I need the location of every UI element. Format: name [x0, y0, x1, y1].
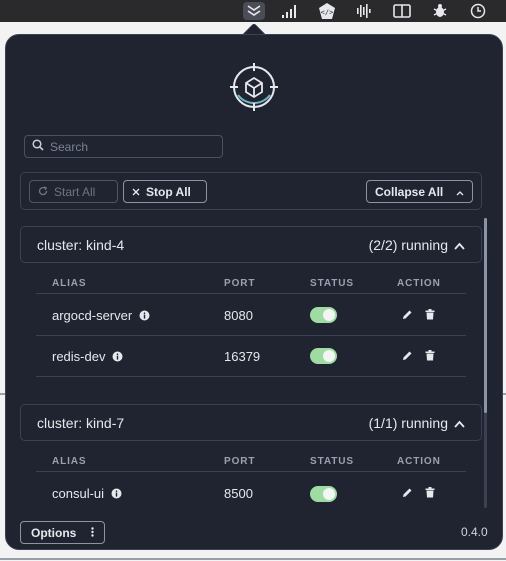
service-port: 8500: [224, 486, 253, 501]
cluster-status: (2/2) running: [368, 236, 448, 253]
status-toggle[interactable]: [310, 348, 337, 364]
search-icon: [32, 138, 44, 156]
kubefwd-menubar-icon[interactable]: [243, 2, 265, 20]
start-all-button[interactable]: Start All: [29, 180, 118, 203]
edit-icon[interactable]: [402, 308, 413, 323]
trash-icon[interactable]: [425, 486, 435, 501]
close-icon: [132, 185, 140, 199]
edit-icon[interactable]: [402, 486, 413, 501]
options-label: Options: [31, 525, 77, 540]
options-button[interactable]: Options: [20, 521, 105, 544]
scrollbar-thumb[interactable]: [484, 218, 487, 413]
background-divider: [0, 558, 506, 560]
app-logo-icon: [228, 61, 280, 113]
clock-icon[interactable]: [467, 2, 489, 20]
search-box[interactable]: [24, 135, 223, 158]
trash-icon[interactable]: [425, 308, 435, 323]
cluster-name: cluster: kind-4: [37, 236, 125, 253]
search-input[interactable]: [50, 139, 210, 154]
chevron-up-icon: [456, 185, 464, 199]
signal-bars-icon[interactable]: [279, 2, 301, 20]
info-icon[interactable]: [111, 488, 122, 499]
edit-icon[interactable]: [402, 349, 413, 364]
cluster-name: cluster: kind-7: [37, 414, 125, 431]
version-label: 0.4.0: [461, 525, 488, 539]
service-alias: redis-dev: [52, 348, 106, 364]
header-action: ACTION: [397, 456, 441, 467]
trash-icon[interactable]: [425, 349, 435, 364]
table-row: consul-ui 8500: [36, 473, 466, 514]
status-toggle[interactable]: [310, 485, 337, 502]
cluster-header-kind-4[interactable]: cluster: kind-4 (2/2) running: [20, 226, 482, 263]
header-port: PORT: [224, 456, 256, 467]
service-port: 8080: [224, 307, 253, 323]
service-alias: argocd-server: [52, 307, 133, 323]
cluster-status: (1/1) running: [368, 414, 448, 431]
cluster-header-kind-7[interactable]: cluster: kind-7 (1/1) running: [20, 404, 482, 441]
header-alias: ALIAS: [52, 278, 87, 289]
table-header: ALIAS PORT STATUS ACTION: [36, 452, 466, 472]
info-icon[interactable]: [112, 351, 123, 362]
service-alias: consul-ui: [52, 486, 105, 501]
collapse-all-button[interactable]: Collapse All: [366, 180, 473, 203]
collapse-all-label: Collapse All: [375, 184, 444, 199]
status-toggle[interactable]: [310, 307, 337, 323]
chevron-up-icon[interactable]: [454, 415, 465, 431]
header-status: STATUS: [310, 456, 354, 467]
start-all-label: Start All: [54, 184, 96, 199]
info-icon[interactable]: [139, 310, 150, 321]
refresh-icon: [38, 185, 48, 199]
service-port: 16379: [224, 348, 261, 364]
stop-all-button[interactable]: Stop All: [123, 180, 207, 203]
kubefwd-popover: Start All Stop All Collapse All cluster:…: [5, 34, 503, 550]
split-view-icon[interactable]: [391, 2, 413, 20]
header-alias: ALIAS: [52, 456, 87, 467]
menu-bar: </>: [0, 0, 506, 22]
table-row: argocd-server 8080: [36, 295, 466, 336]
more-vertical-icon: [91, 526, 94, 540]
header-port: PORT: [224, 278, 256, 289]
code-badge-icon[interactable]: </>: [316, 2, 338, 20]
header-status: STATUS: [310, 278, 354, 289]
table-row: redis-dev 16379: [36, 336, 466, 377]
bug-icon[interactable]: [429, 2, 451, 20]
chevron-up-icon[interactable]: [454, 237, 465, 253]
table-header: ALIAS PORT STATUS ACTION: [36, 274, 466, 294]
svg-text:</>: </>: [321, 9, 334, 17]
stop-all-label: Stop All: [146, 184, 191, 199]
audio-wave-icon[interactable]: [353, 2, 375, 20]
header-action: ACTION: [397, 278, 441, 289]
toolbar: Start All Stop All Collapse All: [20, 172, 482, 210]
